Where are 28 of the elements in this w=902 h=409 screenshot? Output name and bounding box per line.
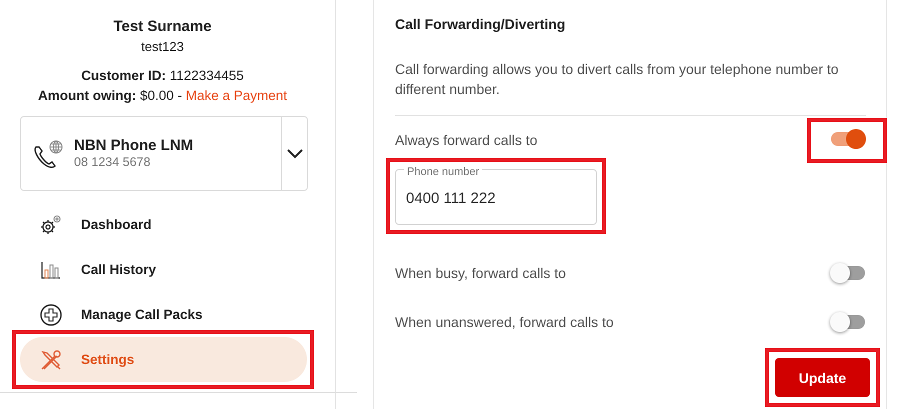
tools-icon (40, 348, 62, 370)
panel-title: Call Forwarding/Diverting (395, 15, 566, 33)
phone-number-field[interactable]: Phone number 0400 111 222 (395, 169, 597, 225)
gears-icon (38, 214, 62, 236)
service-name: NBN Phone LNM (74, 137, 194, 155)
toggle-switch[interactable] (830, 312, 866, 332)
update-button[interactable]: Update (775, 358, 870, 397)
plus-circle-icon (40, 304, 62, 326)
chevron-icon[interactable] (286, 148, 302, 158)
service-card[interactable]: NBN Phone LNM 08 1234 5678 (20, 116, 308, 191)
toggle-switch[interactable] (830, 128, 866, 148)
nav-item[interactable]: Manage Call Packs (20, 299, 307, 330)
service-number: 08 1234 5678 (74, 155, 152, 170)
field-value: 0400 111 222 (406, 189, 496, 209)
customer-name: Test Surname (113, 18, 212, 36)
option-label: When busy, forward calls to (395, 265, 566, 281)
description: Call forwarding allows you to divert calls from your telephone number to different number. (395, 60, 840, 99)
nav-item[interactable]: Call History (20, 254, 307, 285)
amount-owing: Amount owing: $0.00 - Make a Payment (38, 87, 288, 105)
phone-globe-icon (32, 138, 64, 168)
option-label: When unanswered, forward calls to (395, 314, 614, 330)
nav-item[interactable]: Dashboard (20, 209, 307, 240)
toggle-switch[interactable] (830, 263, 866, 283)
bar-chart-icon (40, 260, 60, 278)
option-label: Always forward calls to (395, 132, 538, 148)
payment-link[interactable]: Make a Payment (186, 88, 288, 103)
username: test123 (141, 39, 184, 55)
customer-id: Customer ID: 1122334455 (81, 67, 244, 85)
